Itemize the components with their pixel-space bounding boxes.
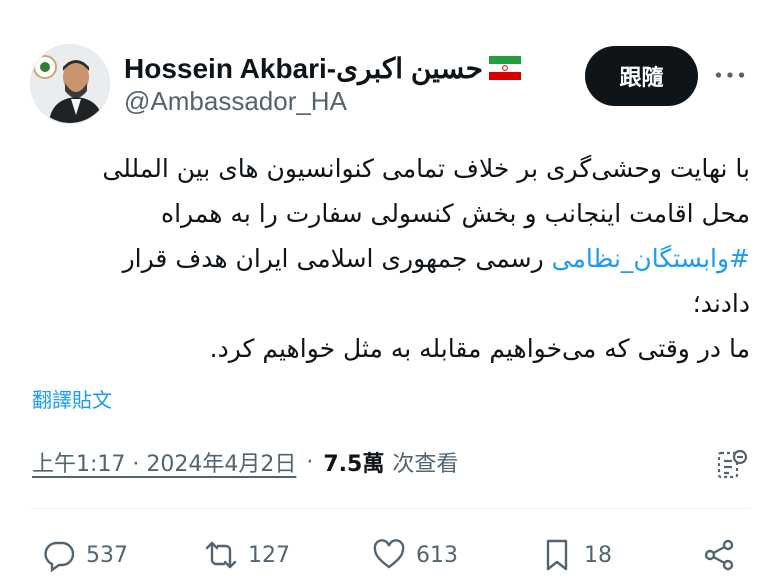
analytics-icon[interactable] (714, 446, 750, 482)
avatar[interactable] (30, 44, 110, 124)
tweet-timestamp[interactable]: 上午1:17 · 2024年4月2日 (32, 446, 296, 478)
repost-icon (205, 541, 237, 569)
tweet-text: با نهایت وحشی‌گری بر خلاف تمامی کنوانسیو… (30, 146, 750, 371)
iran-flag-icon (488, 56, 521, 80)
share-icon (704, 539, 734, 571)
views-label: 次查看 (392, 452, 459, 477)
heart-icon (373, 539, 405, 569)
like-count: 613 (416, 542, 458, 568)
bookmark-icon (546, 539, 568, 571)
meta-separator: · (306, 449, 314, 475)
like-button[interactable]: 613 (372, 530, 458, 580)
action-bar: 537 127 613 18 (30, 530, 750, 580)
author-handle[interactable]: @Ambassador_HA (124, 86, 347, 117)
share-button[interactable] (702, 530, 746, 580)
follow-button[interactable]: 跟隨 (585, 46, 698, 106)
tweet-line: دادند؛ (692, 289, 750, 318)
tweet-meta: 上午1:17 · 2024年4月2日 · 7.5萬 次查看 (32, 444, 458, 480)
tweet-line: با نهایت وحشی‌گری بر خلاف تمامی کنوانسیو… (102, 154, 750, 183)
views-count: 7.5萬 (323, 452, 385, 477)
bookmark-count: 18 (584, 542, 612, 568)
tweet-line: #وابستگان_نظامی رسمی جمهوری اسلامی ایران… (30, 236, 750, 281)
reply-count: 537 (86, 542, 128, 568)
tweet-line: محل اقامت اینجانب و بخش کنسولی سفارت را … (161, 199, 750, 228)
reply-button[interactable]: 537 (42, 530, 128, 580)
tweet-line: ما در وقتی که می‌خواهیم مقابله به مثل خو… (209, 334, 750, 363)
author-name-row: Hossein Akbari-حسین اکبری (124, 50, 521, 86)
author-display-name[interactable]: Hossein Akbari-حسین اکبری (124, 52, 483, 85)
translate-post-link[interactable]: 翻譯貼文 (32, 384, 112, 413)
repost-count: 127 (248, 542, 290, 568)
ellipsis-icon[interactable] (712, 62, 748, 88)
divider (30, 508, 750, 509)
tweet-line-text: رسمی جمهوری اسلامی ایران هدف قرار (122, 244, 544, 273)
bookmark-button[interactable]: 18 (540, 530, 612, 580)
hashtag-link[interactable]: #وابستگان_نظامی (552, 244, 750, 273)
reply-icon (44, 541, 75, 572)
repost-button[interactable]: 127 (204, 530, 290, 580)
avatar-image (31, 45, 109, 123)
